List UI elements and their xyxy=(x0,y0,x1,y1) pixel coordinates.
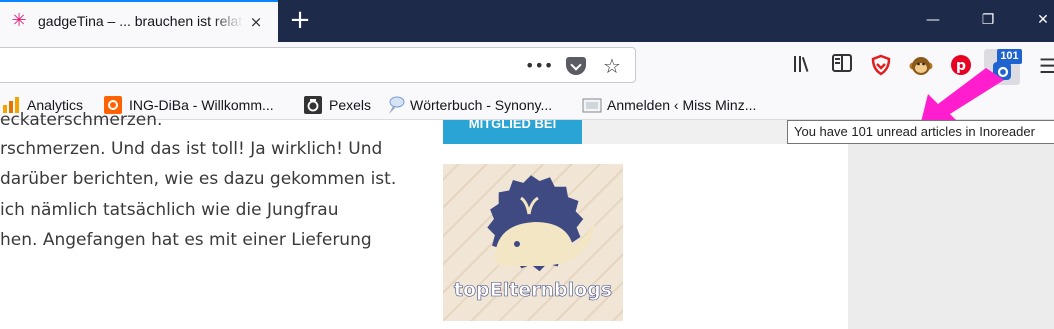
bookmark-label: Pexels xyxy=(329,97,372,113)
minimize-button[interactable]: — xyxy=(910,0,956,40)
wordpress-frame-icon xyxy=(582,96,602,114)
bookmark-anmelden[interactable]: Anmelden ‹ Miss Minz... xyxy=(582,95,756,115)
member-button-label: MITGLIED BEI xyxy=(468,120,557,131)
tab-title: gadgeTina – ... brauchen ist relativ xyxy=(38,13,243,29)
bookmark-label: Anmelden ‹ Miss Minz... xyxy=(607,97,757,113)
url-bar[interactable]: ••• ☆ xyxy=(0,47,636,83)
url-input[interactable] xyxy=(5,54,505,76)
close-tab-icon[interactable]: × xyxy=(247,13,265,31)
menu-icon[interactable]: ☰ xyxy=(1036,54,1054,78)
article-line: hen. Angefangen hat es mit einer Lieferu… xyxy=(0,230,372,250)
ublock-shield-icon[interactable] xyxy=(869,54,893,78)
bookmark-pexels[interactable]: Pexels xyxy=(304,95,371,115)
sidebar-icon[interactable] xyxy=(830,54,854,78)
article-line: rschmerzen. Und das ist toll! Ja wirklic… xyxy=(0,139,383,159)
bookmark-star-icon[interactable]: ☆ xyxy=(601,55,623,77)
close-window-button[interactable]: ✕ xyxy=(1020,0,1054,40)
inoreader-tooltip: You have 101 unread articles in Inoreade… xyxy=(787,120,1054,144)
tab-bar: ✳ gadgeTina – ... brauchen ist relativ ×… xyxy=(0,0,1054,42)
unread-count-badge: 101 xyxy=(997,49,1022,64)
new-tab-button[interactable]: + xyxy=(284,5,316,37)
library-icon[interactable] xyxy=(791,54,815,78)
badge-text: topElternblogs xyxy=(454,279,612,301)
dictionary-icon xyxy=(385,96,405,114)
bookmark-woerterbuch[interactable]: Wörterbuch - Synony... xyxy=(385,95,552,115)
nav-toolbar: ••• ☆ p ☰ xyxy=(0,42,1054,90)
member-of-button[interactable]: MITGLIED BEI xyxy=(443,120,582,144)
restore-button[interactable]: ❐ xyxy=(965,0,1011,40)
top-elternblogs-badge[interactable]: topElternblogs xyxy=(443,164,623,321)
article-line: darüber berichten, wie es dazu gekommen … xyxy=(0,169,397,189)
tab-gadgetina[interactable]: ✳ gadgeTina – ... brauchen ist relativ × xyxy=(0,0,278,42)
bookmark-label: Wörterbuch - Synony... xyxy=(410,97,553,113)
article-line: eckaterschmerzen. xyxy=(0,110,163,130)
pocket-icon[interactable] xyxy=(565,55,587,77)
article-line: ich nämlich tatsächlich wie die Jungfrau xyxy=(0,200,339,220)
page-actions-icon[interactable]: ••• xyxy=(525,55,553,77)
gadgetina-star-icon: ✳ xyxy=(11,10,27,31)
pexels-camera-icon xyxy=(304,96,322,114)
web-page: eckaterschmerzen. rschmerzen. Und das is… xyxy=(0,110,1054,329)
right-sidebar xyxy=(848,144,1054,329)
whale-icon: topElternblogs xyxy=(454,175,612,301)
